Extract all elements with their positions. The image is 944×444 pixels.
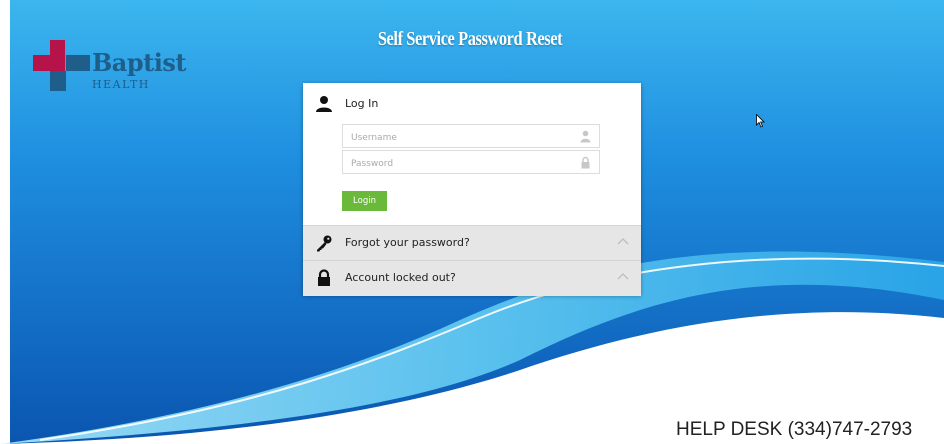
accordion-label: Forgot your password?	[345, 236, 470, 249]
login-heading: Log In	[345, 97, 379, 110]
login-panel: Log In Login Forgot your password?	[303, 83, 641, 296]
chevron-up-icon	[617, 273, 629, 280]
accordion-forgot-password[interactable]: Forgot your password?	[303, 225, 641, 260]
accordion-account-locked[interactable]: Account locked out?	[303, 260, 641, 296]
brand-name: Baptist	[92, 48, 186, 77]
chevron-up-icon	[617, 238, 629, 245]
key-icon	[317, 235, 332, 252]
login-button[interactable]: Login	[342, 191, 387, 211]
page-title: Self Service Password Reset	[377, 28, 563, 50]
lock-icon	[318, 269, 330, 286]
lock-icon	[581, 156, 590, 169]
brand-subname: HEALTH	[92, 78, 150, 91]
login-section-header: Log In	[303, 87, 641, 121]
username-input[interactable]	[343, 127, 571, 149]
mouse-cursor-icon	[756, 114, 765, 128]
username-field[interactable]	[342, 124, 600, 149]
helpdesk-phone: HELP DESK (334)747-2793	[676, 419, 913, 440]
user-icon	[580, 130, 591, 143]
password-field[interactable]	[342, 150, 600, 175]
accordion-label: Account locked out?	[345, 271, 456, 284]
password-input[interactable]	[343, 153, 571, 175]
user-icon	[316, 96, 332, 112]
